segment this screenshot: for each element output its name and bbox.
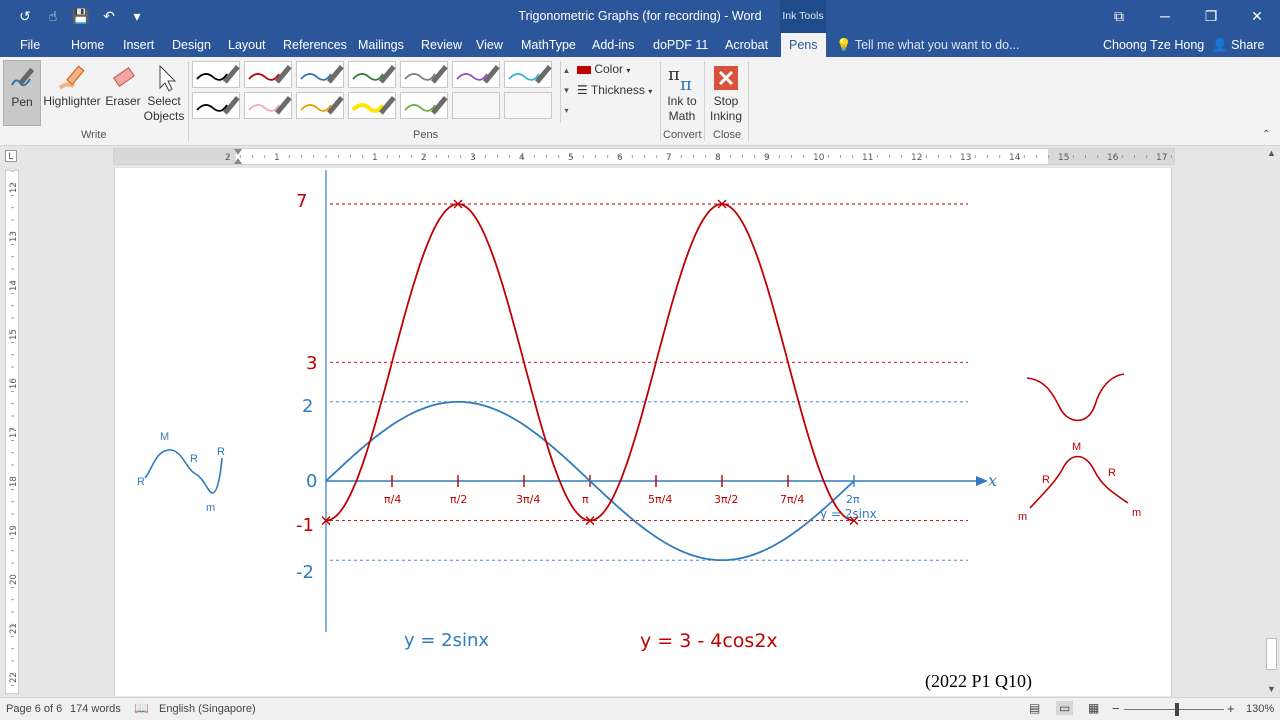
x-tick-label: 5π/4	[648, 493, 672, 506]
scroll-up-icon[interactable]: ▲	[1267, 148, 1276, 158]
label-sine-equation: y = 2sinx	[404, 630, 489, 651]
right-sketch-label: m	[1132, 507, 1141, 519]
read-mode-icon[interactable]: ▤	[1029, 701, 1040, 715]
right-sketch-trough	[1026, 373, 1125, 422]
word-count[interactable]: 174 words	[70, 703, 121, 715]
left-sketch-label: m	[206, 502, 215, 514]
language[interactable]: English (Singapore)	[159, 703, 256, 715]
label-sine-small: y = 2sinx	[820, 507, 877, 521]
y-label-3: 3	[306, 353, 317, 374]
zoom-in-button[interactable]: +	[1227, 701, 1235, 716]
proofing-icon[interactable]: 📖	[134, 701, 149, 715]
x-tick-label: 7π/4	[780, 493, 804, 506]
zoom-out-button[interactable]: −	[1112, 701, 1120, 716]
word-window: ↺ ☝ 💾 ↶ ▾ Trigonometric Graphs (for reco…	[0, 0, 1280, 720]
status-bar: Page 6 of 6 174 words 📖 English (Singapo…	[0, 697, 1280, 720]
page-count[interactable]: Page 6 of 6	[6, 703, 62, 715]
right-sketch-label: R	[1042, 474, 1050, 486]
left-sketch-curve	[144, 449, 223, 494]
left-sketch-label: M	[160, 431, 169, 443]
zoom-slider[interactable]	[1124, 709, 1224, 710]
print-layout-icon[interactable]: ▭	[1056, 701, 1074, 715]
scrollbar-thumb[interactable]	[1266, 638, 1277, 670]
left-sketch-label: R	[217, 446, 225, 458]
left-sketch-label: R	[190, 453, 198, 465]
x-axis-ticks: π/4 π/2 3π/4 π 5π/4 3π/2 7π/4 2π	[384, 475, 860, 506]
x-tick-label: π	[582, 493, 589, 506]
right-sketch-label: m	[1018, 511, 1027, 523]
x-axis-label: x	[988, 471, 997, 490]
ink-drawing: x 7 3 2 0 -1 -2 π/4 π/2 3π/4 π 5π/4 3π/2 7π/4 2…	[137, 170, 1141, 652]
y-label-0: 0	[306, 471, 317, 492]
y-label-minus-2: -2	[296, 562, 314, 583]
x-tick-label: 3π/4	[516, 493, 540, 506]
right-sketch-label: R	[1108, 467, 1116, 479]
y-label-minus-1: -1	[296, 515, 314, 536]
y-label-7: 7	[296, 191, 307, 212]
y-label-2: 2	[302, 396, 313, 417]
x-axis-arrow-icon	[976, 476, 988, 486]
zoom-level[interactable]: 130%	[1246, 703, 1274, 715]
right-sketch-label: M	[1072, 441, 1081, 453]
label-cosine-equation: y = 3 - 4cos2x	[640, 630, 778, 652]
web-layout-icon[interactable]: ▦	[1088, 701, 1099, 715]
scroll-down-icon[interactable]: ▼	[1267, 684, 1276, 694]
zoom-slider-thumb[interactable]	[1175, 703, 1179, 716]
vertical-scrollbar[interactable]: ▲ ▼	[1263, 146, 1280, 696]
x-tick-label: 3π/2	[714, 493, 738, 506]
x-tick-label: 2π	[846, 493, 860, 506]
x-tick-label: π/4	[384, 493, 401, 506]
left-sketch-label: R	[137, 476, 145, 488]
question-reference: (2022 P1 Q10)	[925, 671, 1032, 691]
x-tick-label: π/2	[450, 493, 467, 506]
